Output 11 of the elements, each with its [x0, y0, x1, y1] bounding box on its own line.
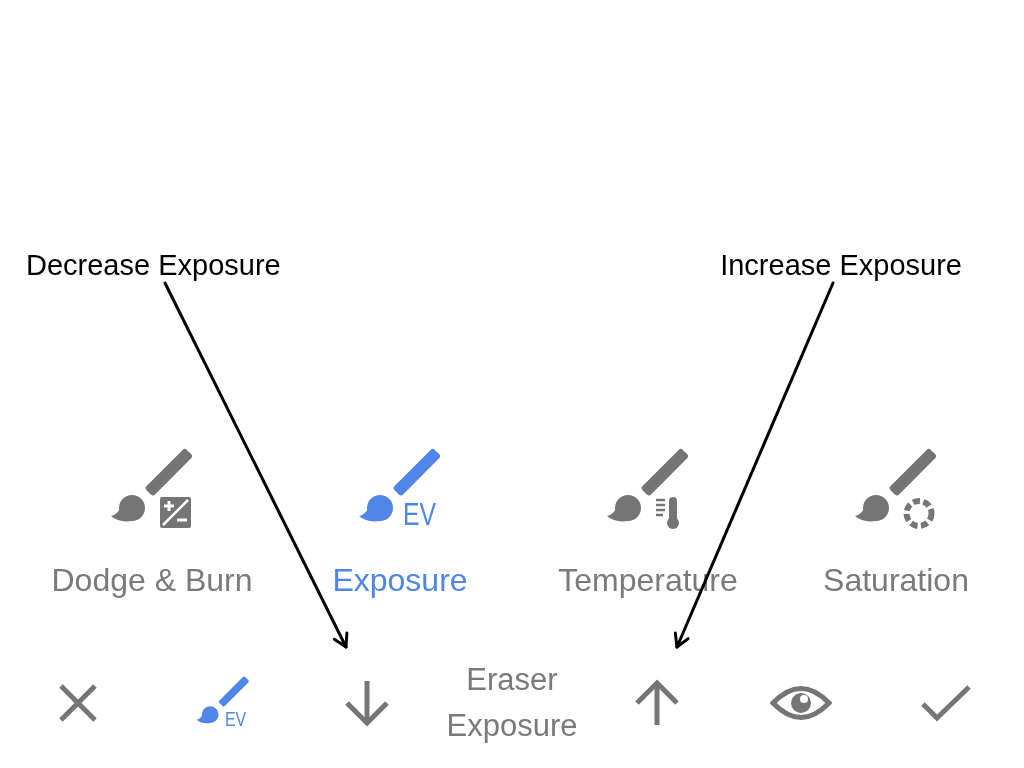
annotation-label: Decrease Exposure	[26, 248, 281, 283]
current-tool-button[interactable]: EV	[189, 670, 256, 736]
brush-thermometer-icon	[606, 448, 690, 532]
tool-button[interactable]: Saturation	[823, 448, 969, 600]
check-icon	[920, 684, 971, 722]
close-icon	[58, 683, 99, 723]
tool-button[interactable]: Dodge & Burn	[51, 448, 253, 600]
tool-button[interactable]: EV Exposure	[332, 448, 468, 600]
brush-dashed-circle-icon	[854, 448, 938, 532]
annotation-label: Increase Exposure	[720, 248, 962, 283]
mode-label: Eraser Exposure	[445, 661, 579, 745]
